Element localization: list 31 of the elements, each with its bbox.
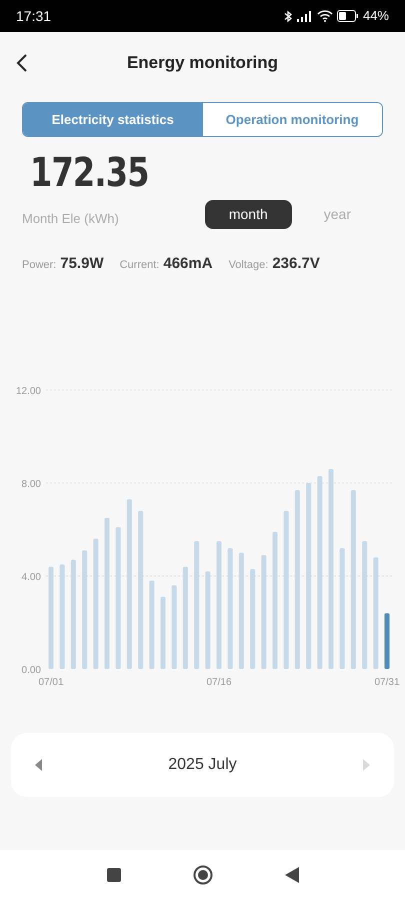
- total-label: Month Ele (kWh): [22, 210, 120, 228]
- back-icon[interactable]: [284, 867, 298, 883]
- x-tick-label: 07/16: [206, 677, 232, 688]
- y-tick-label: 12.00: [16, 386, 41, 397]
- battery-percent: 44%: [362, 7, 389, 26]
- reading-label: Voltage:: [228, 258, 268, 272]
- reading-value: 466mA: [163, 254, 213, 274]
- month-label: 2025 July: [168, 755, 237, 775]
- bluetooth-icon: [284, 10, 293, 22]
- home-icon[interactable]: [192, 865, 212, 885]
- previous-button[interactable]: [35, 759, 43, 771]
- reading-label: Power:: [22, 258, 56, 272]
- back-icon[interactable]: [16, 54, 28, 72]
- total-value: 172.35: [30, 153, 149, 193]
- recents-icon[interactable]: [106, 868, 120, 882]
- y-tick-label: 0.00: [22, 665, 41, 676]
- wifi-icon: [316, 10, 333, 22]
- period-toggle[interactable]: year: [300, 200, 375, 228]
- battery-icon: [336, 10, 359, 22]
- x-tick-label: 07/31: [374, 677, 400, 688]
- x-tick-label: 07/01: [38, 677, 64, 688]
- y-tick-label: 4.00: [22, 572, 41, 583]
- reading-value: 236.7V: [272, 254, 320, 274]
- reading-value: 75.9W: [60, 254, 104, 274]
- reading-label: Current:: [120, 258, 160, 272]
- signal-icon: [296, 10, 313, 22]
- period-toggle[interactable]: month: [204, 200, 292, 228]
- y-tick-label: 8.00: [22, 479, 41, 490]
- tab[interactable]: Electricity statistics: [23, 103, 202, 136]
- status-time: 17:31: [16, 6, 52, 26]
- page-title: Energy monitoring: [126, 52, 278, 74]
